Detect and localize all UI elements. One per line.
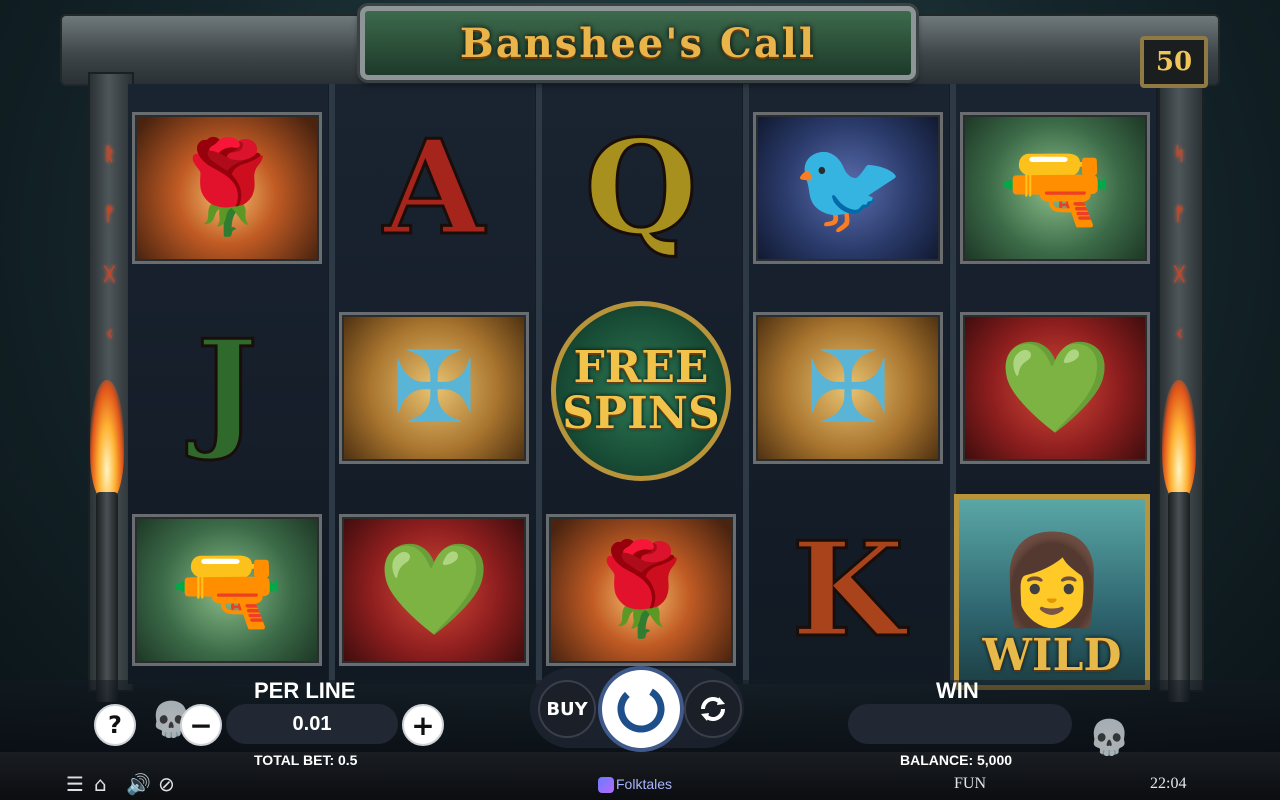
help-button[interactable]: ? [94,704,136,746]
rune-icon: ᚠ [104,204,115,225]
rune-icon: ᚲ [104,324,115,345]
spin-button[interactable] [598,666,684,752]
rose-icon: 🌹 [584,537,698,642]
rose-symbol: 🌹 [546,514,736,666]
decrease-bet-button[interactable]: − [180,704,222,746]
buy-button[interactable]: BUY [538,680,596,738]
total-bet: TOTAL BET: 0.5 [254,752,358,768]
torch-pole [96,492,118,702]
rose-symbol: 🌹 [132,112,322,264]
rune-icon: ᚷ [1174,264,1185,285]
autoplay-icon [701,697,725,721]
game-title-plate: Banshee's Call [360,6,916,80]
raven-icon: 🐦 [791,135,905,240]
free-spins-medallion: FREE SPINS [551,301,731,481]
heart-gem-icon: 💚 [377,537,491,642]
wild-symbol: 👩 WILD [954,494,1150,690]
home-icon[interactable]: ⌂ [94,772,107,796]
provider-logo: Folktales [598,776,672,794]
heart-gem-icon: 💚 [998,335,1112,440]
clock: 22:04 [1150,775,1187,792]
rose-icon: 🌹 [170,135,284,240]
celtic-cross-icon: ✠ [392,329,476,446]
speaker-icon[interactable]: 🔊 [126,772,151,796]
left-torch [82,380,132,702]
q-symbol: Q [583,111,699,264]
raven-symbol: 🐦 [753,112,943,264]
increase-bet-button[interactable]: + [402,704,444,746]
flame-icon [1162,380,1196,500]
claddagh-symbol: 💚 [339,514,529,666]
celtic-cross-symbol: ✠ [339,312,529,464]
rune-icon: ᛋ [1174,144,1185,165]
reel-area: 🌹 J 🔫 A ✠ 💚 Q FREE SPINS 🌹 🐦 ✠ K 🔫 💚 👩 W… [128,84,1158,690]
j-symbol: J [195,311,259,464]
lines-count: 50 [1140,36,1208,88]
celtic-cross-symbol: ✠ [753,312,943,464]
autoplay-button[interactable] [684,680,742,738]
k-symbol: K [790,513,906,666]
skull-icon: 💀 [1088,718,1131,758]
game-stage: ᚱ ᚠ ᚷ ᚲ ᛋ ᚠ ᚷ ᚲ 🌹 J 🔫 A ✠ 💚 Q FREE SPINS… [0,0,1280,800]
spin-icon [617,685,665,733]
flame-icon [90,380,124,500]
per-line-value: 0.01 [226,704,398,744]
provider-mark-icon [598,777,614,794]
pistol-symbol: 🔫 [132,514,322,666]
right-torch [1154,380,1204,702]
game-title: Banshee's Call [459,19,817,67]
win-label: WIN [936,678,979,703]
rune-icon: ᚲ [1174,324,1185,345]
pistol-symbol: 🔫 [960,112,1150,264]
a-symbol: A [382,111,486,264]
pistol-icon: 🔫 [998,135,1112,240]
per-line-label: PER LINE [254,678,356,703]
torch-pole [1168,492,1190,702]
claddagh-symbol: 💚 [960,312,1150,464]
balance: BALANCE: 5,000 [900,752,1013,768]
rune-icon: ᚱ [104,144,115,165]
win-value [848,704,1072,744]
rune-icon: ᚷ [104,264,115,285]
celtic-cross-icon: ✠ [806,329,890,446]
turbo-icon[interactable]: ⊘ [158,772,175,796]
menu-icon[interactable]: ☰ [66,772,84,796]
pistol-icon: 🔫 [170,537,284,642]
play-mode: FUN [954,775,987,792]
banshee-icon: 👩 [997,528,1107,631]
free-spins-symbol: FREE SPINS [546,296,736,486]
rune-icon: ᚠ [1174,204,1185,225]
